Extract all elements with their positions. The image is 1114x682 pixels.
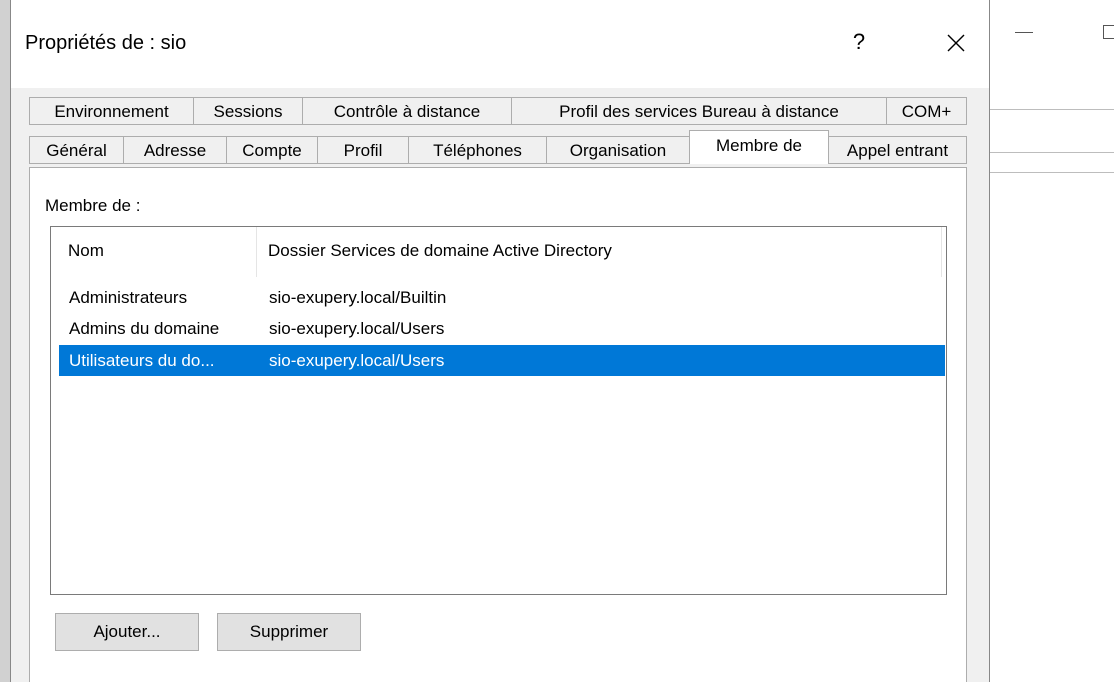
tab-com-plus[interactable]: COM+ [886,97,967,125]
background-divider [990,172,1114,173]
tab-general[interactable]: Général [29,136,124,164]
group-name: Utilisateurs du do... [69,351,215,370]
column-header-nom[interactable]: Nom [68,241,104,261]
close-icon [947,34,965,52]
background-minimize-icon[interactable] [1015,32,1033,33]
background-divider [990,152,1114,153]
tab-sessions[interactable]: Sessions [193,97,303,125]
group-folder: sio-exupery.local/Builtin [269,288,447,307]
tab-membre-de[interactable]: Membre de [689,130,829,164]
list-item[interactable]: Administrateurs sio-exupery.local/Builti… [59,282,945,313]
close-button[interactable] [936,22,976,62]
list-item[interactable]: Admins du domaine sio-exupery.local/User… [59,313,945,344]
group-folder: sio-exupery.local/Users [269,351,445,370]
tab-controle-a-distance[interactable]: Contrôle à distance [302,97,512,125]
tab-compte[interactable]: Compte [226,136,318,164]
group-folder: sio-exupery.local/Users [269,319,445,338]
background-maximize-icon[interactable] [1103,25,1114,39]
tab-telephones[interactable]: Téléphones [408,136,547,164]
window-title: Propriétés de : sio [25,32,187,54]
help-button[interactable]: ? [841,22,877,62]
tab-profil[interactable]: Profil [317,136,409,164]
background-divider [990,109,1114,110]
tab-appel-entrant[interactable]: Appel entrant [828,136,967,164]
tab-adresse[interactable]: Adresse [123,136,227,164]
background-window [990,0,1114,682]
background-window-edge [0,0,10,682]
column-separator[interactable] [941,227,942,277]
tab-profil-services-bureau[interactable]: Profil des services Bureau à distance [511,97,887,125]
add-button[interactable]: Ajouter... [55,613,199,651]
tab-environnement[interactable]: Environnement [29,97,194,125]
remove-button[interactable]: Supprimer [217,613,361,651]
member-of-label: Membre de : [45,196,141,215]
column-header-dossier[interactable]: Dossier Services de domaine Active Direc… [268,241,612,261]
member-of-list[interactable]: Nom Dossier Services de domaine Active D… [50,226,947,595]
title-bar: Propriétés de : sio ? [11,0,989,88]
group-name: Admins du domaine [69,319,220,338]
group-name: Administrateurs [69,288,188,307]
list-item-selected[interactable]: Utilisateurs du do... sio-exupery.local/… [59,345,945,376]
tab-organisation[interactable]: Organisation [546,136,690,164]
column-separator[interactable] [256,227,257,277]
